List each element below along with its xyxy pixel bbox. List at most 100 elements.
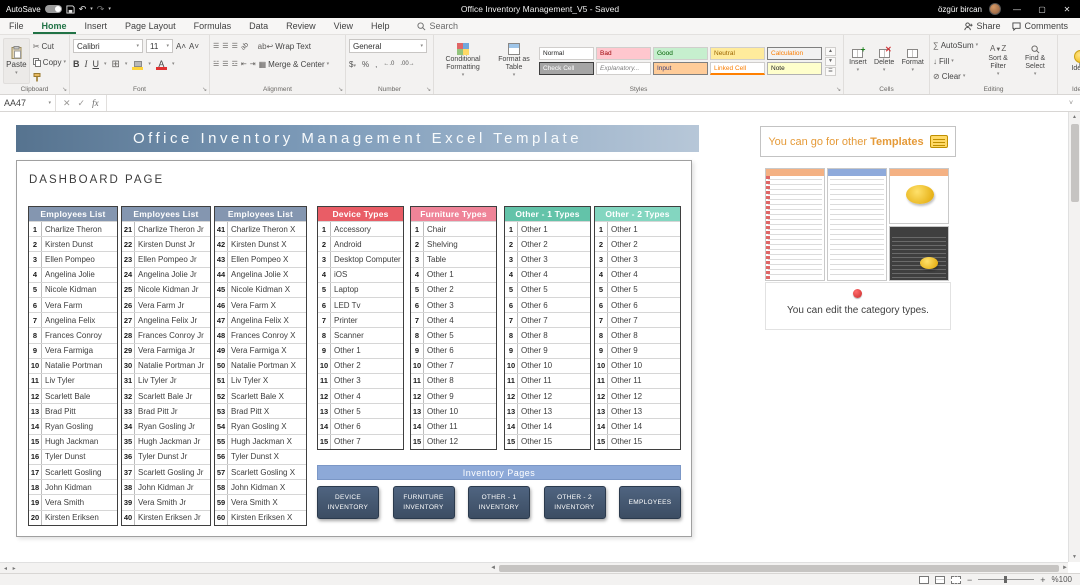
table-row[interactable]: 27Angelina Felix Jr bbox=[122, 312, 210, 327]
table-row[interactable]: 3Other 3 bbox=[505, 251, 590, 266]
worksheet-area[interactable]: Office Inventory Management Excel Templa… bbox=[0, 112, 1068, 562]
zoom-out-button[interactable]: − bbox=[967, 575, 972, 585]
table-row[interactable]: 15Other 7 bbox=[318, 434, 403, 449]
table-row[interactable]: 11Liv Tyler bbox=[29, 373, 117, 388]
table-row[interactable]: 2Shelving bbox=[411, 236, 496, 251]
autosum-button[interactable]: ∑AutoSum▾ bbox=[933, 39, 978, 52]
horizontal-scrollbar[interactable]: ◄ ► bbox=[490, 563, 1068, 573]
table-row[interactable]: 45Nicole Kidman X bbox=[215, 282, 306, 297]
cell-style-note[interactable]: Note bbox=[767, 62, 822, 75]
table-row[interactable]: 3Ellen Pompeo bbox=[29, 251, 117, 266]
table-row[interactable]: 9Other 6 bbox=[411, 343, 496, 358]
horizontal-scroll-thumb[interactable] bbox=[499, 565, 1059, 572]
table-row[interactable]: 9Other 1 bbox=[318, 343, 403, 358]
bold-button[interactable]: B bbox=[73, 59, 80, 69]
italic-button[interactable]: I bbox=[85, 59, 88, 69]
table-row[interactable]: 46Vera Farm X bbox=[215, 297, 306, 312]
format-painter-button[interactable] bbox=[33, 73, 66, 82]
table-row[interactable]: 10Other 2 bbox=[318, 358, 403, 373]
percent-style-button[interactable]: % bbox=[362, 60, 369, 69]
center-button[interactable]: ☰ bbox=[222, 60, 228, 68]
insert-function-icon[interactable]: fx bbox=[92, 98, 99, 108]
avatar[interactable] bbox=[989, 3, 1001, 15]
ribbon-tab-page-layout[interactable]: Page Layout bbox=[116, 18, 185, 34]
cell-style-linked-cell[interactable]: Linked Cell bbox=[710, 62, 765, 75]
table-row[interactable]: 29Vera Farmiga Jr bbox=[122, 343, 210, 358]
grow-font-button[interactable]: A˄ bbox=[176, 40, 186, 53]
table-row[interactable]: 6Other 3 bbox=[411, 297, 496, 312]
shrink-font-button[interactable]: A˅ bbox=[189, 40, 199, 53]
table-row[interactable]: 14Other 11 bbox=[411, 418, 496, 433]
underline-button[interactable]: U bbox=[93, 59, 100, 69]
table-row[interactable]: 8Other 5 bbox=[411, 327, 496, 342]
table-row[interactable]: 4iOS bbox=[318, 267, 403, 282]
table-row[interactable]: 33Brad Pitt Jr bbox=[122, 403, 210, 418]
number-format-select[interactable]: General▾ bbox=[349, 39, 427, 53]
table-row[interactable]: 9Other 9 bbox=[505, 343, 590, 358]
table-row[interactable]: 7Other 4 bbox=[411, 312, 496, 327]
table-row[interactable]: 11Other 3 bbox=[318, 373, 403, 388]
table-row[interactable]: 43Ellen Pompeo X bbox=[215, 251, 306, 266]
table-row[interactable]: 59Vera Smith X bbox=[215, 494, 306, 509]
table-row[interactable]: 6LED Tv bbox=[318, 297, 403, 312]
accounting-format-button[interactable]: $▾ bbox=[349, 60, 356, 69]
format-as-table-button[interactable]: Format as Table▾ bbox=[492, 43, 536, 79]
table-row[interactable]: 2Other 2 bbox=[505, 236, 590, 251]
table-row[interactable]: 41Charlize Theron X bbox=[215, 221, 306, 236]
table-row[interactable]: 48Frances Conroy X bbox=[215, 327, 306, 342]
decrease-decimal-button[interactable]: .00→ bbox=[400, 61, 414, 67]
cell-style-check-cell[interactable]: Check Cell bbox=[539, 62, 594, 75]
alignment-dialog-launcher[interactable]: ↘ bbox=[338, 86, 343, 93]
bottom-align-button[interactable]: ☰ bbox=[232, 42, 238, 50]
cell-style-good[interactable]: Good bbox=[653, 47, 708, 60]
table-row[interactable]: 2Other 2 bbox=[595, 236, 680, 251]
table-row[interactable]: 14Other 14 bbox=[595, 418, 680, 433]
table-row[interactable]: 60Kirsten Eriksen X bbox=[215, 510, 306, 525]
ribbon-tab-review[interactable]: Review bbox=[277, 18, 325, 34]
formula-bar-expand-icon[interactable]: ˅ bbox=[1062, 100, 1080, 107]
number-dialog-launcher[interactable]: ↘ bbox=[426, 86, 431, 93]
delete-cells-button[interactable]: ✕ Delete▾ bbox=[872, 49, 896, 74]
comma-style-button[interactable]: , bbox=[375, 60, 377, 69]
sheet-nav-arrows[interactable]: ◂ ▸ bbox=[0, 565, 22, 572]
gallery-up-button[interactable]: ▲ bbox=[825, 47, 836, 56]
table-row[interactable]: 1Charlize Theron bbox=[29, 221, 117, 236]
table-row[interactable]: 44Angelina Jolie X bbox=[215, 267, 306, 282]
table-row[interactable]: 10Other 10 bbox=[505, 358, 590, 373]
merge-center-button[interactable]: ▦Merge & Center▾ bbox=[259, 58, 330, 71]
table-row[interactable]: 12Scarlett Bale bbox=[29, 388, 117, 403]
font-name-select[interactable]: Calibri▾ bbox=[73, 39, 143, 53]
find-select-button[interactable]: Find & Select▾ bbox=[1018, 38, 1052, 84]
restore-button[interactable]: ▢ bbox=[1033, 5, 1051, 14]
font-color-button[interactable]: A bbox=[156, 59, 167, 69]
vertical-scrollbar[interactable]: ▲ ▼ bbox=[1068, 112, 1080, 562]
table-row[interactable]: 30Natalie Portman Jr bbox=[122, 358, 210, 373]
table-row[interactable]: 17Scarlett Gosling bbox=[29, 464, 117, 479]
table-row[interactable]: 57Scarlett Gosling X bbox=[215, 464, 306, 479]
gallery-more-button[interactable]: ☰ bbox=[825, 67, 836, 76]
table-row[interactable]: 54Ryan Gosling X bbox=[215, 418, 306, 433]
ribbon-tab-help[interactable]: Help bbox=[362, 18, 399, 34]
ribbon-tab-formulas[interactable]: Formulas bbox=[185, 18, 241, 34]
formula-input[interactable] bbox=[107, 95, 1062, 111]
table-row[interactable]: 11Other 11 bbox=[595, 373, 680, 388]
table-row[interactable]: 55Hugh Jackman X bbox=[215, 434, 306, 449]
font-dialog-launcher[interactable]: ↘ bbox=[202, 86, 207, 93]
table-row[interactable]: 6Other 6 bbox=[595, 297, 680, 312]
table-row[interactable]: 18John Kidman bbox=[29, 479, 117, 494]
table-row[interactable]: 8Frances Conroy bbox=[29, 327, 117, 342]
table-row[interactable]: 28Frances Conroy Jr bbox=[122, 327, 210, 342]
autosave-toggle[interactable] bbox=[45, 5, 62, 13]
fill-button[interactable]: ↓Fill▾ bbox=[933, 55, 978, 68]
insert-cells-button[interactable]: + Insert▾ bbox=[847, 49, 869, 74]
styles-dialog-launcher[interactable]: ↘ bbox=[836, 86, 841, 93]
wrap-text-button[interactable]: ab↩Wrap Text bbox=[258, 40, 311, 53]
table-row[interactable]: 15Other 15 bbox=[595, 434, 680, 449]
templates-note-box[interactable]: You can go for other Templates bbox=[760, 126, 956, 157]
name-box-dropdown-icon[interactable]: ▾ bbox=[48, 100, 51, 106]
table-row[interactable]: 8Other 8 bbox=[505, 327, 590, 342]
table-row[interactable]: 5Other 2 bbox=[411, 282, 496, 297]
cell-style-bad[interactable]: Bad bbox=[596, 47, 651, 60]
decrease-indent-button[interactable]: ⇤ bbox=[241, 60, 247, 68]
table-row[interactable]: 9Vera Farmiga bbox=[29, 343, 117, 358]
